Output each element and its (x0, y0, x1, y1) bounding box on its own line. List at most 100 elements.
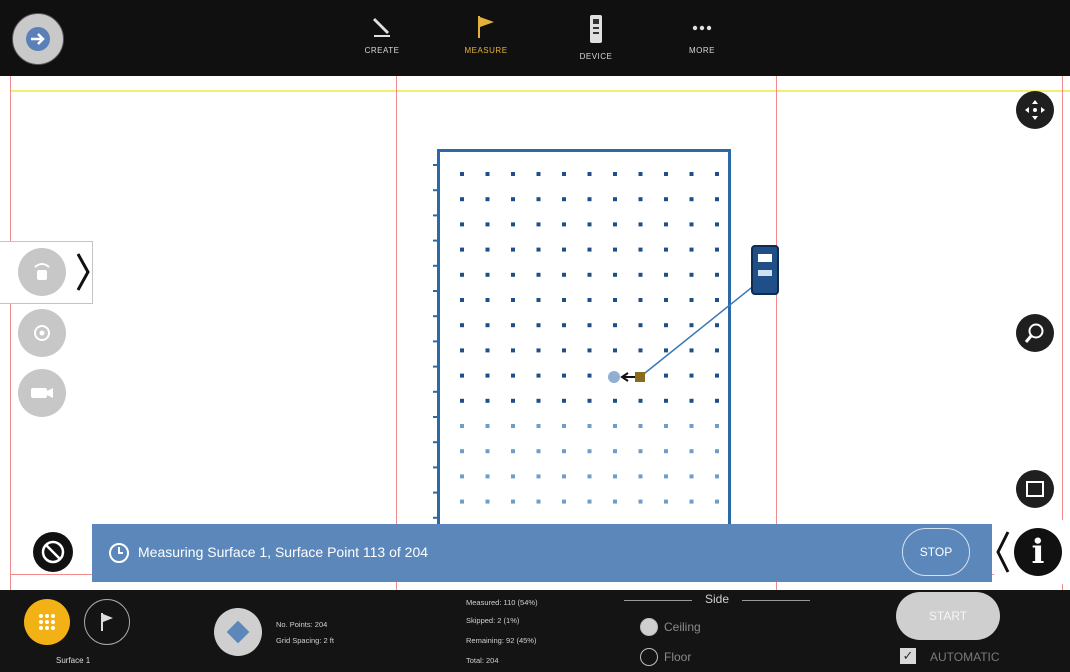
surface-point (664, 247, 668, 252)
robotic-device-icon[interactable] (751, 245, 779, 295)
automatic-checkbox[interactable]: ✓ (900, 648, 916, 664)
surface-point (460, 474, 464, 479)
surface-icon[interactable] (214, 608, 262, 656)
surface-point (460, 272, 464, 277)
surface-point (587, 222, 592, 227)
cancel-measure-button[interactable] (33, 532, 73, 572)
surface-point (587, 247, 592, 252)
surface-point (460, 373, 464, 378)
grid-spacing-text: Grid Spacing: 2 ft (276, 636, 334, 645)
fit-view-button[interactable] (1016, 470, 1054, 508)
surface-point (460, 172, 464, 176)
surface-point (689, 298, 694, 302)
ceiling-label: Ceiling (664, 620, 701, 634)
surface-point (587, 424, 592, 428)
surface-point (664, 373, 668, 378)
surface-point (613, 298, 617, 302)
magnifier-icon (1024, 323, 1044, 343)
surface-point (689, 272, 694, 277)
chevron-right-icon[interactable] (76, 252, 90, 292)
device-target-icon (34, 263, 50, 280)
surface-point (536, 197, 541, 202)
laser-point-marker (635, 372, 645, 382)
surface-point (511, 398, 515, 403)
surface-point (460, 499, 464, 504)
surface-point (613, 197, 617, 202)
ceiling-radio[interactable] (640, 618, 658, 636)
surface-point (562, 398, 566, 403)
surface-edit-icon (226, 620, 250, 644)
surface-point (460, 222, 464, 227)
surface-point (536, 373, 541, 378)
camera-button[interactable] (18, 369, 66, 417)
surface-point (460, 323, 464, 328)
surface-point (715, 222, 719, 227)
surface-point (638, 272, 643, 277)
current-point-marker[interactable] (608, 371, 620, 383)
surface-point (536, 474, 541, 479)
surface-point (587, 348, 592, 353)
surface-point (689, 348, 694, 353)
surface-point (638, 298, 643, 302)
surface-point (587, 499, 592, 504)
surface-name: Surface 1 (56, 656, 91, 665)
surface-point (613, 247, 617, 252)
surface-point (460, 449, 464, 454)
surface-point (485, 197, 490, 202)
surface-point (638, 449, 643, 454)
flag-icon (478, 16, 494, 38)
measurement-status-bar: Measuring Surface 1, Surface Point 113 o… (92, 524, 992, 582)
surface-point (664, 449, 668, 454)
tab-create[interactable]: CREATE (352, 14, 412, 70)
surface-point (536, 247, 541, 252)
surface-point (689, 499, 694, 504)
layout-points-button[interactable] (84, 599, 130, 645)
surface-point (638, 222, 643, 227)
arrow-right-icon (26, 27, 50, 51)
edge-tick (433, 214, 439, 217)
edge-tick (433, 491, 439, 494)
info-panel-toggle: i (994, 520, 1070, 584)
surface-point (562, 197, 566, 202)
surface-point (638, 247, 643, 252)
surface-point (689, 197, 694, 202)
surface-points-button[interactable] (24, 599, 70, 645)
surface-point (587, 323, 592, 328)
floor-label: Floor (664, 650, 692, 664)
tab-measure[interactable]: MEASURE (456, 14, 516, 70)
chevron-left-icon[interactable] (996, 530, 1010, 574)
surface-point (613, 398, 617, 403)
tab-device-label: DEVICE (579, 52, 613, 61)
surface-point (664, 272, 668, 277)
start-button[interactable]: START (896, 592, 1000, 640)
edge-tick (433, 390, 439, 393)
surface-point (587, 449, 592, 454)
exit-button[interactable] (12, 13, 64, 65)
surface-point (689, 474, 694, 479)
surface-point (664, 172, 668, 176)
target-button[interactable] (18, 309, 66, 357)
pan-button[interactable] (1016, 91, 1054, 129)
measured-text: Measured: 110 (54%) (466, 598, 538, 607)
surface-point (562, 474, 566, 479)
tab-more[interactable]: MORE (672, 14, 732, 70)
floor-radio[interactable] (640, 648, 658, 666)
surface-point (638, 197, 643, 202)
surface-point (511, 449, 515, 454)
edge-tick (433, 365, 439, 368)
surface-point (460, 247, 464, 252)
info-button[interactable]: i (1014, 528, 1062, 576)
tab-device[interactable]: DEVICE (566, 14, 626, 70)
remaining-text: Remaining: 92 (45%) (466, 636, 537, 645)
surface-point (485, 373, 490, 378)
stop-button[interactable]: STOP (902, 528, 970, 576)
zoom-button[interactable] (1016, 314, 1054, 352)
flag-icon (101, 613, 113, 631)
surface-point (562, 272, 566, 277)
recenter-device-button[interactable] (18, 248, 66, 296)
surface-point (587, 298, 592, 302)
surface-point (587, 197, 592, 202)
surface-point (460, 348, 464, 353)
floor-plan-canvas[interactable] (0, 76, 1070, 590)
automatic-label: AUTOMATIC (930, 650, 1000, 664)
